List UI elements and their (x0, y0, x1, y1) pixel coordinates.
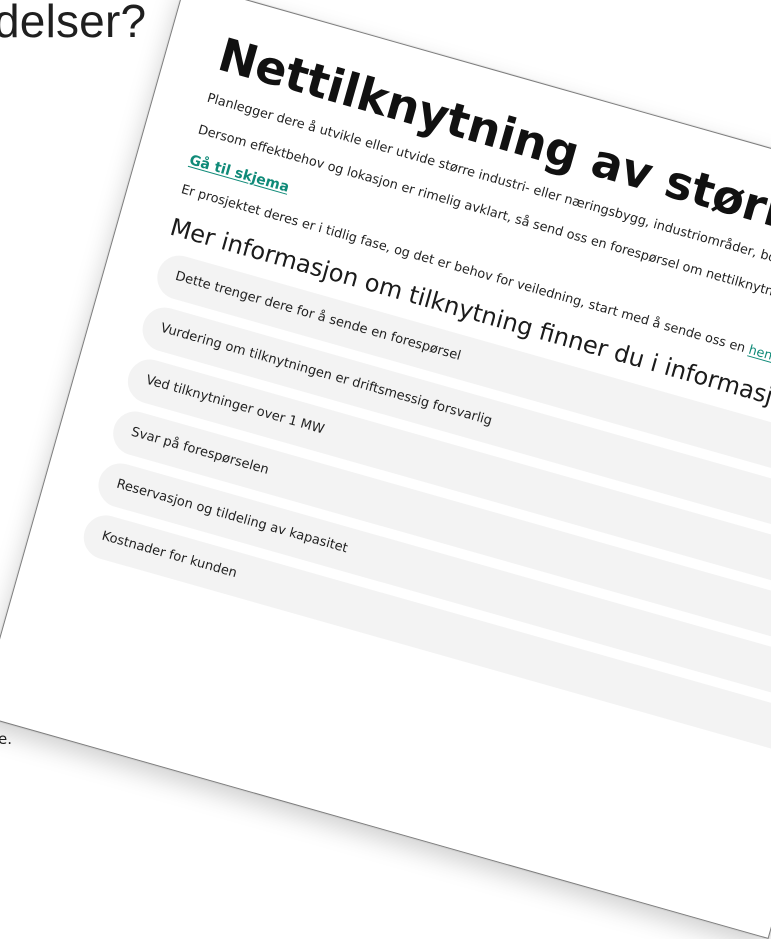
screenshot-card: Nettilknytning av større anlegg Planlegg… (0, 0, 771, 939)
background-text-fragment: e. (0, 730, 12, 748)
page-content: Nettilknytning av større anlegg Planlegg… (29, 0, 771, 820)
inquiry-link[interactable]: henvend (747, 343, 771, 373)
background-heading-fragment: delser? (0, 0, 147, 47)
accordion-item-label: Kostnader for kunden (99, 528, 239, 582)
